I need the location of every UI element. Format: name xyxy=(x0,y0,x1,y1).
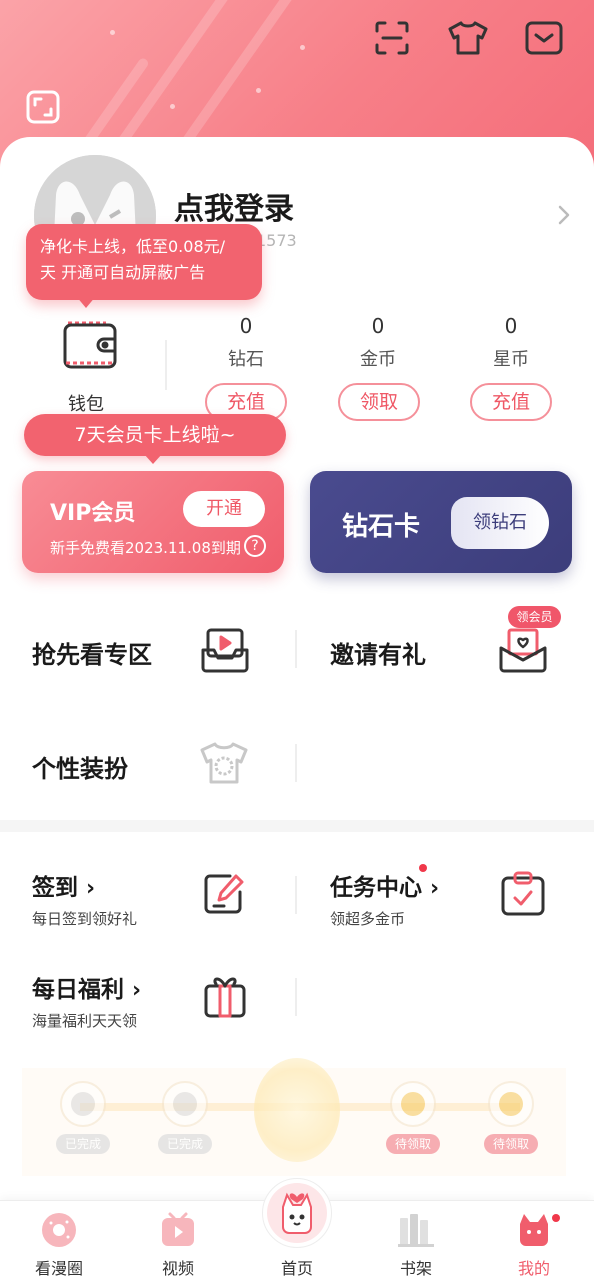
chevron-right-icon: › xyxy=(86,876,96,901)
diamond-card-title: 钻石卡 xyxy=(342,512,421,542)
progress-tag[interactable]: 待领取 xyxy=(484,1134,538,1154)
dress-up-icon[interactable] xyxy=(198,740,248,788)
outfit-icon[interactable] xyxy=(446,18,488,58)
vip-tooltip-arrow xyxy=(144,454,162,464)
chevron-right-icon[interactable] xyxy=(556,205,572,225)
tooltip-line-1: 净化卡上线，低至0.08元/ xyxy=(40,237,226,256)
daily-welfare-title[interactable]: 每日福利 › xyxy=(32,970,141,1004)
reward-burst-icon[interactable] xyxy=(254,1058,340,1162)
star-coin-recharge-button[interactable]: 充值 xyxy=(470,383,552,421)
daily-welfare-title-text: 每日福利 xyxy=(32,977,124,1003)
invite-envelope-icon[interactable] xyxy=(498,626,548,674)
notification-dot xyxy=(419,864,427,872)
early-access-label[interactable]: 抢先看专区 xyxy=(32,635,152,670)
checkin-pen-icon[interactable] xyxy=(200,870,250,918)
checkin-title-text: 签到 xyxy=(32,875,78,901)
purify-card-tooltip[interactable]: 净化卡上线，低至0.08元/ 天 开通可自动屏蔽广告 xyxy=(26,224,262,300)
home-mascot-icon[interactable] xyxy=(267,1183,327,1243)
claim-diamond-button[interactable]: 领钻石 xyxy=(451,497,549,549)
nav-label-bookshelf[interactable]: 书架 xyxy=(376,1255,456,1279)
vip-title: VIP会员 xyxy=(50,501,136,526)
early-access-icon[interactable] xyxy=(200,626,250,674)
tooltip-arrow xyxy=(76,296,96,308)
coin-icon xyxy=(60,1081,106,1127)
divider xyxy=(295,744,297,782)
dress-up-label[interactable]: 个性装扮 xyxy=(32,749,128,784)
progress-tag[interactable]: 待领取 xyxy=(386,1134,440,1154)
progress-tag: 已完成 xyxy=(158,1134,212,1154)
coin-label: 金币 xyxy=(360,349,396,370)
vip-subtitle: 新手免费看2023.11.08到期 xyxy=(50,539,241,557)
tooltip-line-2: 天 开通可自动屏蔽广告 xyxy=(40,263,206,282)
diamond-label: 钻石 xyxy=(228,349,264,370)
checkin-title[interactable]: 签到 › xyxy=(32,868,95,902)
task-center-title-text: 任务中心 xyxy=(330,875,422,901)
gift-icon[interactable] xyxy=(200,972,250,1020)
coin-claim-button[interactable]: 领取 xyxy=(338,383,420,421)
coin-icon xyxy=(488,1081,534,1127)
video-icon[interactable] xyxy=(158,1210,198,1250)
login-prompt[interactable]: 点我登录 xyxy=(174,184,294,228)
wallet-icon[interactable] xyxy=(60,315,120,371)
bookshelf-icon[interactable] xyxy=(396,1210,436,1250)
nav-label-video[interactable]: 视频 xyxy=(138,1255,218,1279)
divider xyxy=(295,876,297,914)
task-clipboard-icon[interactable] xyxy=(498,870,548,918)
progress-tag: 已完成 xyxy=(56,1134,110,1154)
daily-welfare-subtitle: 海量福利天天领 xyxy=(32,1012,138,1030)
notification-dot xyxy=(552,1214,560,1222)
task-center-title[interactable]: 任务中心 › xyxy=(330,868,439,902)
vip-card-tooltip[interactable]: 7天会员卡上线啦~ xyxy=(24,414,286,456)
help-icon[interactable]: ? xyxy=(244,535,266,557)
star-coin-count: 0 xyxy=(504,314,518,338)
donut-icon[interactable] xyxy=(39,1210,79,1250)
divider xyxy=(295,978,297,1016)
section-divider xyxy=(0,820,594,832)
chevron-right-icon: › xyxy=(132,978,142,1003)
invite-badge: 领会员 xyxy=(508,606,561,628)
diamond-count: 0 xyxy=(239,314,253,338)
wallet-label[interactable]: 钱包 xyxy=(68,390,104,416)
nav-label-home[interactable]: 首页 xyxy=(257,1255,337,1279)
coin-icon xyxy=(162,1081,208,1127)
nav-label-mine[interactable]: 我的 xyxy=(494,1255,574,1279)
fullscreen-icon[interactable] xyxy=(26,90,60,124)
star-coin-label: 星币 xyxy=(493,349,529,370)
nav-label-circle[interactable]: 看漫圈 xyxy=(19,1255,99,1279)
invite-label[interactable]: 邀请有礼 xyxy=(330,635,426,670)
message-icon[interactable] xyxy=(524,18,564,58)
profile-mascot-icon[interactable] xyxy=(514,1210,554,1250)
divider xyxy=(165,340,167,390)
user-id: 1573 xyxy=(256,231,297,250)
chevron-right-icon: › xyxy=(430,876,440,901)
scan-icon[interactable] xyxy=(372,18,412,58)
vip-open-button[interactable]: 开通 xyxy=(183,491,265,527)
coin-icon xyxy=(390,1081,436,1127)
checkin-subtitle: 每日签到领好礼 xyxy=(32,910,138,928)
task-center-subtitle: 领超多金币 xyxy=(330,910,406,928)
divider xyxy=(295,630,297,668)
coin-count: 0 xyxy=(371,314,385,338)
